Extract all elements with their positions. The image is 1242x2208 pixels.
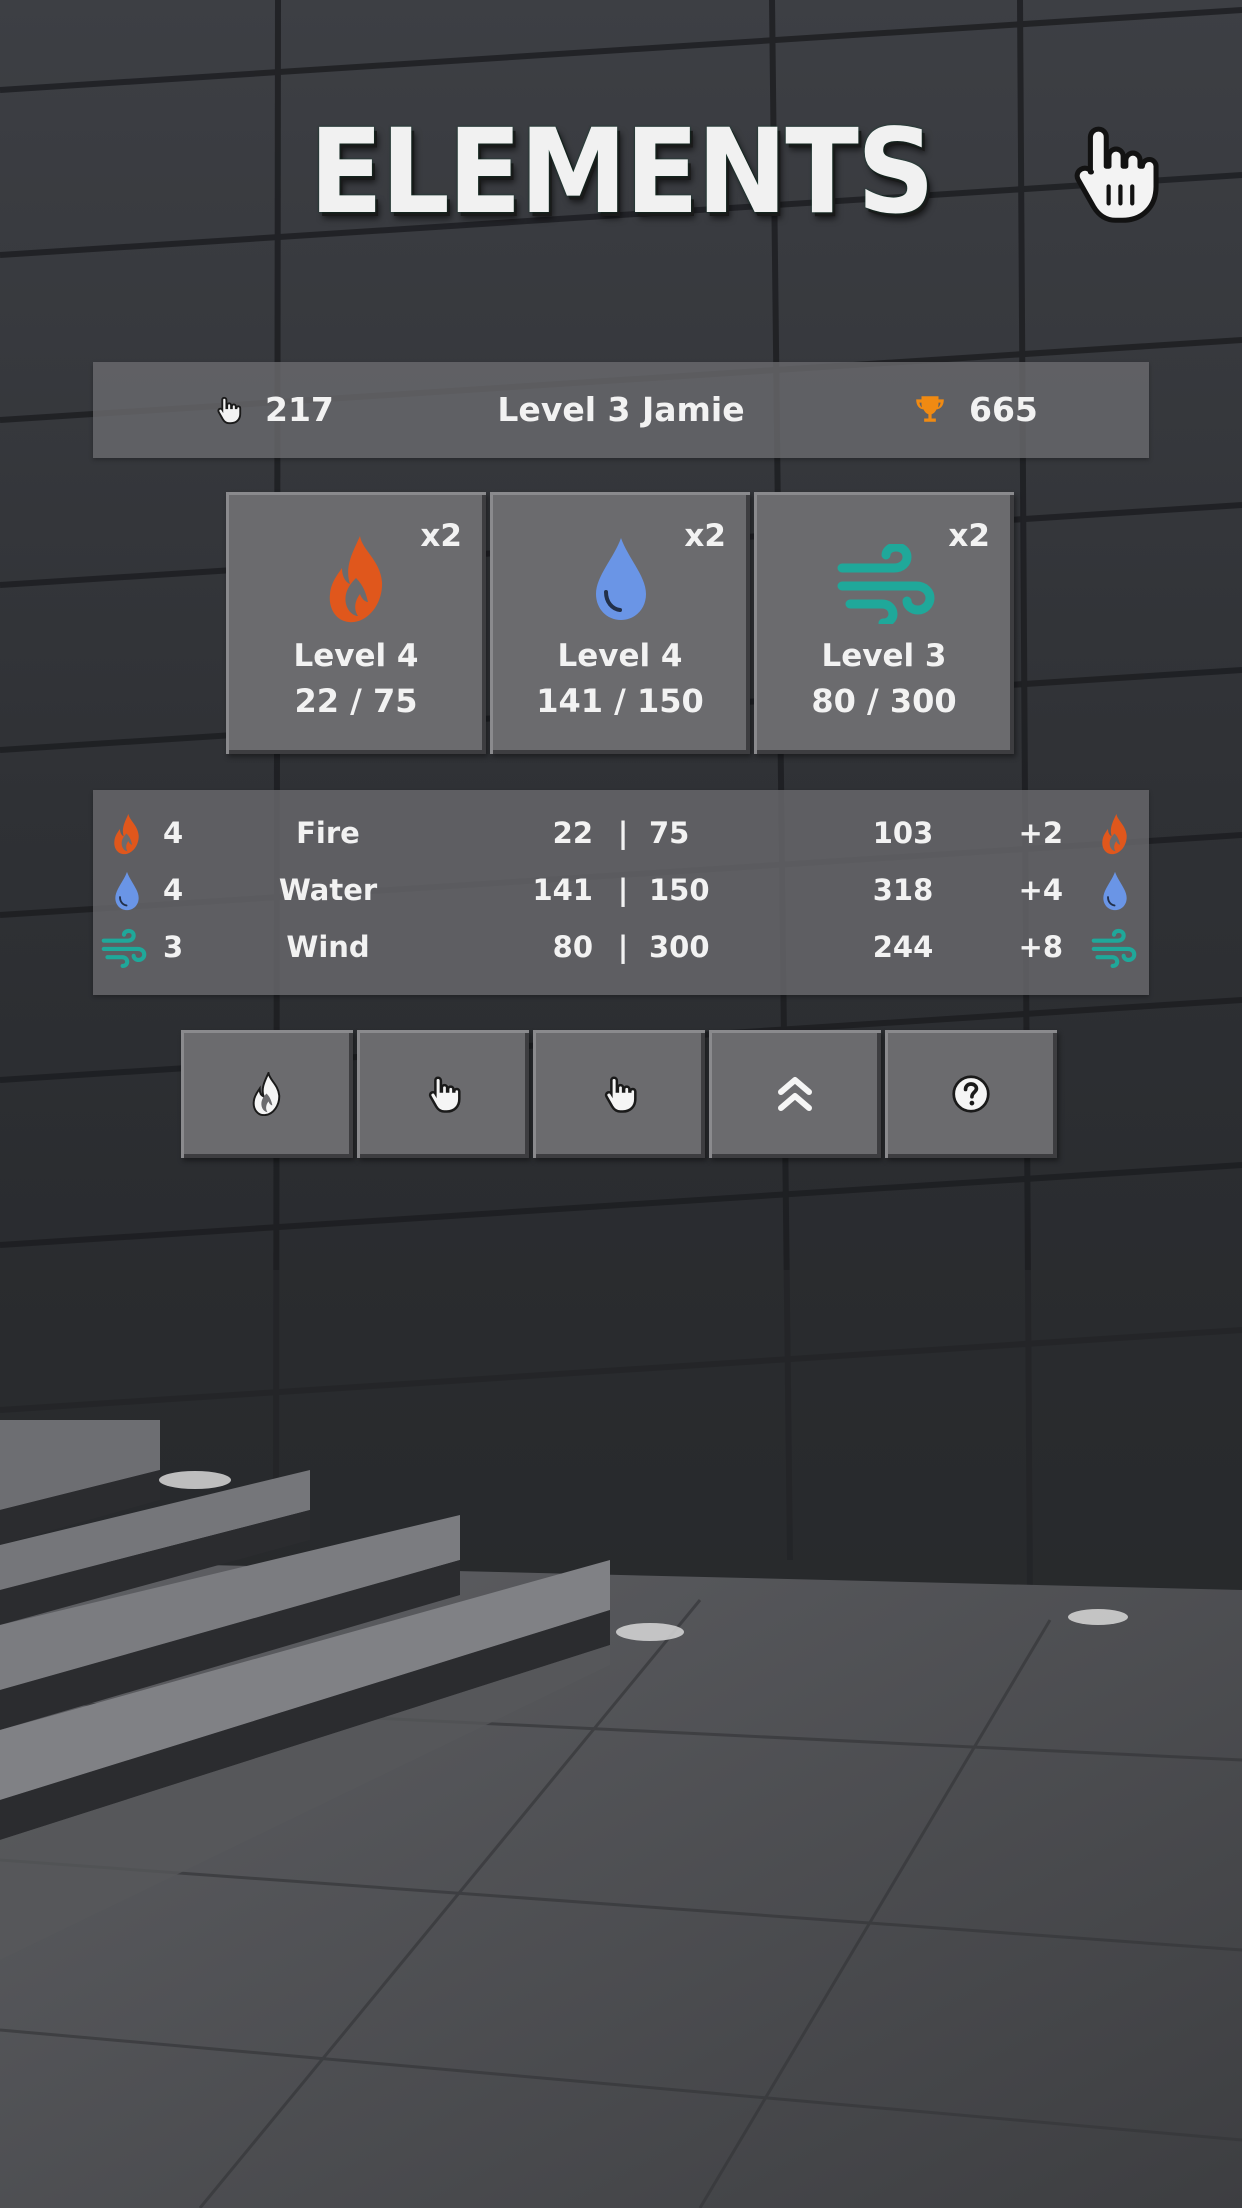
wind-icon [101,928,147,969]
row-name: Wind [286,930,370,964]
click-button[interactable] [357,1030,529,1158]
row-level: 3 [163,930,184,964]
table-row-fire: 4 Fire 22 | 75 103 +2 [93,805,1149,862]
player-status-bar: 217 Level 3 Jamie 665 [93,362,1149,458]
element-level: Level 4 [293,638,419,674]
row-separator: | [617,930,629,964]
question-circle-icon [952,1075,990,1113]
wind-icon [1091,928,1137,969]
help-button[interactable] [885,1030,1057,1158]
fire-icon [329,536,383,623]
upgrade-button[interactable] [709,1030,881,1158]
wind-icon [837,544,935,624]
water-drop-icon [115,871,139,911]
multiplier-badge: x2 [420,518,462,554]
row-level: 4 [163,873,184,907]
row-max: 300 [649,930,710,964]
row-max: 150 [649,873,710,907]
element-progress: 141 / 150 [536,682,704,720]
double-chevron-up-icon [778,1077,812,1111]
row-name: Fire [296,816,360,850]
table-row-water: 4 Water 141 | 150 318 +4 [93,862,1149,919]
fire-upgrade-button[interactable] [181,1030,353,1158]
row-separator: | [617,816,629,850]
element-card-wind[interactable]: x2 Level 3 80 / 300 [754,492,1014,754]
row-current: 141 [532,873,593,907]
row-bonus: +8 [1018,930,1063,964]
row-bonus: +2 [1018,816,1063,850]
multiplier-badge: x2 [948,518,990,554]
water-drop-icon [596,538,646,620]
trophy-count: 665 [913,362,1038,458]
element-card-fire[interactable]: x2 Level 4 22 / 75 [226,492,486,754]
element-card-water[interactable]: x2 Level 4 141 / 150 [490,492,750,754]
flame-icon [252,1072,281,1116]
auto-click-button[interactable] [533,1030,705,1158]
table-row-wind: 3 Wind 80 | 300 244 +8 [93,919,1149,976]
trophy-icon [916,396,944,422]
trophy-count-value: 665 [969,390,1038,429]
pointer-hand-icon[interactable] [1058,118,1166,228]
pointer-hand-icon [428,1076,461,1113]
row-total: 318 [872,873,934,907]
element-progress: 22 / 75 [294,682,418,720]
row-current: 80 [552,930,593,964]
row-level: 4 [163,816,184,850]
row-total: 244 [872,930,934,964]
element-level: Level 4 [557,638,683,674]
row-current: 22 [552,816,593,850]
fire-icon [114,813,139,855]
multiplier-badge: x2 [684,518,726,554]
element-progress: 80 / 300 [811,682,957,720]
pointer-hand-icon [604,1076,637,1113]
fire-icon [1102,813,1127,855]
row-name: Water [278,873,378,907]
row-separator: | [617,873,629,907]
row-max: 75 [649,816,690,850]
water-drop-icon [1103,871,1127,911]
row-total: 103 [872,816,934,850]
element-stats-table: 4 Fire 22 | 75 103 +2 4 Water 141 | 150 … [93,790,1149,995]
game-title: ELEMENTS [309,105,934,240]
element-level: Level 3 [821,638,947,674]
row-bonus: +4 [1018,873,1063,907]
